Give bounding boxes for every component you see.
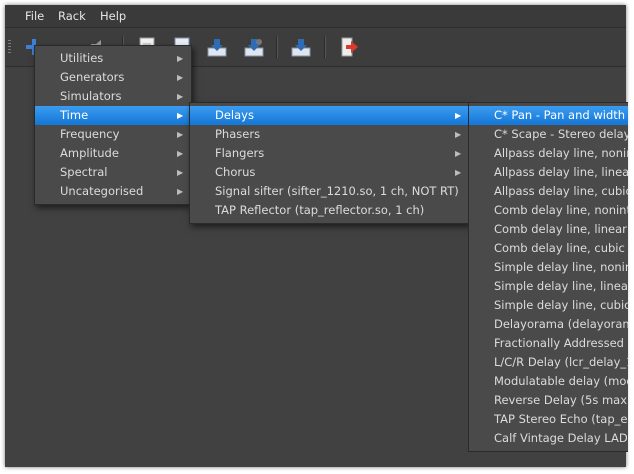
submenu-arrow-icon: ▶ bbox=[177, 187, 184, 196]
menu-item-label: Calf Vintage Delay LADS bbox=[494, 431, 634, 445]
submenu-arrow-icon: ▶ bbox=[177, 54, 184, 63]
menu-file[interactable]: File bbox=[18, 5, 51, 27]
submenu-arrow-icon: ▶ bbox=[455, 168, 462, 177]
toolbar-separator bbox=[324, 36, 326, 58]
time-menu-item[interactable]: Flangers ▶ bbox=[190, 144, 469, 163]
delay-plugin-item[interactable]: C* Pan - Pan and width ( bbox=[469, 106, 634, 125]
submenu-arrow-icon: ▶ bbox=[177, 111, 184, 120]
category-menu: Utilities ▶ Generators ▶ Simulators ▶ Time ▶ Fre… bbox=[34, 45, 192, 205]
menu-item-label: Comb delay line, linear i bbox=[494, 222, 634, 236]
delay-plugin-item[interactable]: C* Scape - Stereo delay bbox=[469, 125, 631, 144]
category-item-utilities[interactable]: Utilities ▶ bbox=[35, 49, 191, 68]
menu-item-label: Uncategorised bbox=[60, 184, 144, 198]
menu-bar: File Rack Help bbox=[5, 5, 626, 28]
menu-item-label: TAP Reflector (tap_reflector.so, 1 ch) bbox=[215, 203, 425, 217]
menu-item-label: Amplitude bbox=[60, 146, 119, 160]
time-menu-item[interactable]: TAP Reflector (tap_reflector.so, 1 ch) bbox=[190, 201, 469, 220]
menu-item-label: Fractionally Addressed D bbox=[494, 336, 634, 350]
submenu-arrow-icon: ▶ bbox=[455, 111, 462, 120]
delay-plugin-item[interactable]: Allpass delay line, linear bbox=[469, 163, 634, 182]
import-icon[interactable] bbox=[206, 36, 228, 58]
menu-item-label: TAP Stereo Echo (tap_ec bbox=[494, 412, 634, 426]
time-menu-item[interactable]: Phasers ▶ bbox=[190, 125, 469, 144]
delay-plugin-item[interactable]: Reverse Delay (5s max) bbox=[469, 391, 632, 410]
category-item-simulators[interactable]: Simulators ▶ bbox=[35, 87, 191, 106]
download-icon[interactable] bbox=[290, 36, 312, 58]
menu-rack[interactable]: Rack bbox=[51, 5, 93, 27]
menu-item-label: Time bbox=[60, 108, 89, 122]
time-submenu: Delays ▶ Phasers ▶ Flangers ▶ Chorus ▶ Signal si… bbox=[189, 102, 470, 224]
exit-icon[interactable] bbox=[338, 36, 360, 58]
menu-item-label: Signal sifter (sifter_1210.so, 1 ch, NOT… bbox=[215, 184, 459, 198]
menu-item-label: Modulatable delay (mod bbox=[494, 374, 634, 388]
submenu-arrow-icon: ▶ bbox=[177, 130, 184, 139]
menu-item-label: Flangers bbox=[215, 146, 265, 160]
submenu-arrow-icon: ▶ bbox=[177, 92, 184, 101]
menu-item-label: Comb delay line, noninte bbox=[494, 203, 634, 217]
category-item-spectral[interactable]: Spectral ▶ bbox=[35, 163, 191, 182]
menu-item-label: Frequency bbox=[60, 127, 120, 141]
toolbar-separator bbox=[276, 36, 278, 58]
menu-help[interactable]: Help bbox=[93, 5, 133, 27]
menu-item-label: Allpass delay line, nonin bbox=[494, 146, 634, 160]
delay-plugin-item[interactable]: TAP Stereo Echo (tap_ec bbox=[469, 410, 634, 429]
menu-item-label: Simple delay line, nonin bbox=[494, 260, 633, 274]
delay-plugin-item[interactable]: Delayorama (delayorama bbox=[469, 315, 634, 334]
menu-item-label: Simple delay line, linear bbox=[494, 279, 633, 293]
menu-item-label: C* Pan - Pan and width ( bbox=[494, 108, 634, 122]
submenu-arrow-icon: ▶ bbox=[177, 149, 184, 158]
menu-item-label: Allpass delay line, cubic bbox=[494, 184, 632, 198]
submenu-arrow-icon: ▶ bbox=[455, 130, 462, 139]
delay-plugin-item[interactable]: Fractionally Addressed D bbox=[469, 334, 634, 353]
time-menu-item[interactable]: Chorus ▶ bbox=[190, 163, 469, 182]
delay-plugin-item[interactable]: Simple delay line, linear bbox=[469, 277, 633, 296]
menu-item-label: Delays bbox=[215, 108, 254, 122]
menu-item-label: Delayorama (delayorama bbox=[494, 317, 634, 331]
category-item-amplitude[interactable]: Amplitude ▶ bbox=[35, 144, 191, 163]
delay-plugin-item[interactable]: Comb delay line, linear i bbox=[469, 220, 634, 239]
menu-item-label: Spectral bbox=[60, 165, 108, 179]
delay-plugin-item[interactable]: Simple delay line, nonin bbox=[469, 258, 633, 277]
menu-item-label: Simple delay line, cubic bbox=[494, 298, 631, 312]
delay-plugin-item[interactable]: Allpass delay line, cubic bbox=[469, 182, 632, 201]
menu-item-label: Reverse Delay (5s max) bbox=[494, 393, 632, 407]
delay-plugin-item[interactable]: Modulatable delay (mod bbox=[469, 372, 634, 391]
category-item-generators[interactable]: Generators ▶ bbox=[35, 68, 191, 87]
menu-item-label: Generators bbox=[60, 70, 125, 84]
submenu-arrow-icon: ▶ bbox=[177, 73, 184, 82]
export-icon[interactable] bbox=[243, 36, 265, 58]
delay-plugin-item[interactable]: Comb delay line, cubic s bbox=[469, 239, 634, 258]
menu-item-label: Simulators bbox=[60, 89, 122, 103]
category-item-uncategorised[interactable]: Uncategorised ▶ bbox=[35, 182, 191, 201]
delay-plugin-item[interactable]: Calf Vintage Delay LADS bbox=[469, 429, 634, 448]
menu-item-label: Comb delay line, cubic s bbox=[494, 241, 634, 255]
menu-item-label: C* Scape - Stereo delay bbox=[494, 127, 631, 141]
category-item-frequency[interactable]: Frequency ▶ bbox=[35, 125, 191, 144]
menu-item-label: L/C/R Delay (lcr_delay_1 bbox=[494, 355, 634, 369]
time-menu-item[interactable]: Delays ▶ bbox=[190, 106, 469, 125]
menu-item-label: Allpass delay line, linear bbox=[494, 165, 634, 179]
menu-item-label: Phasers bbox=[215, 127, 261, 141]
toolbar-grip-icon[interactable] bbox=[8, 40, 11, 54]
delay-plugin-item[interactable]: Simple delay line, cubic bbox=[469, 296, 631, 315]
category-item-time[interactable]: Time ▶ bbox=[35, 106, 191, 125]
delay-plugin-item[interactable]: Allpass delay line, nonin bbox=[469, 144, 634, 163]
delay-plugin-item[interactable]: Comb delay line, noninte bbox=[469, 201, 634, 220]
delays-submenu: C* Pan - Pan and width ( C* Scape - Stere… bbox=[468, 102, 634, 452]
menu-item-label: Utilities bbox=[60, 51, 104, 65]
submenu-arrow-icon: ▶ bbox=[455, 149, 462, 158]
delay-plugin-item[interactable]: L/C/R Delay (lcr_delay_1 bbox=[469, 353, 634, 372]
submenu-arrow-icon: ▶ bbox=[177, 168, 184, 177]
time-menu-item[interactable]: Signal sifter (sifter_1210.so, 1 ch, NOT… bbox=[190, 182, 469, 201]
menu-item-label: Chorus bbox=[215, 165, 256, 179]
